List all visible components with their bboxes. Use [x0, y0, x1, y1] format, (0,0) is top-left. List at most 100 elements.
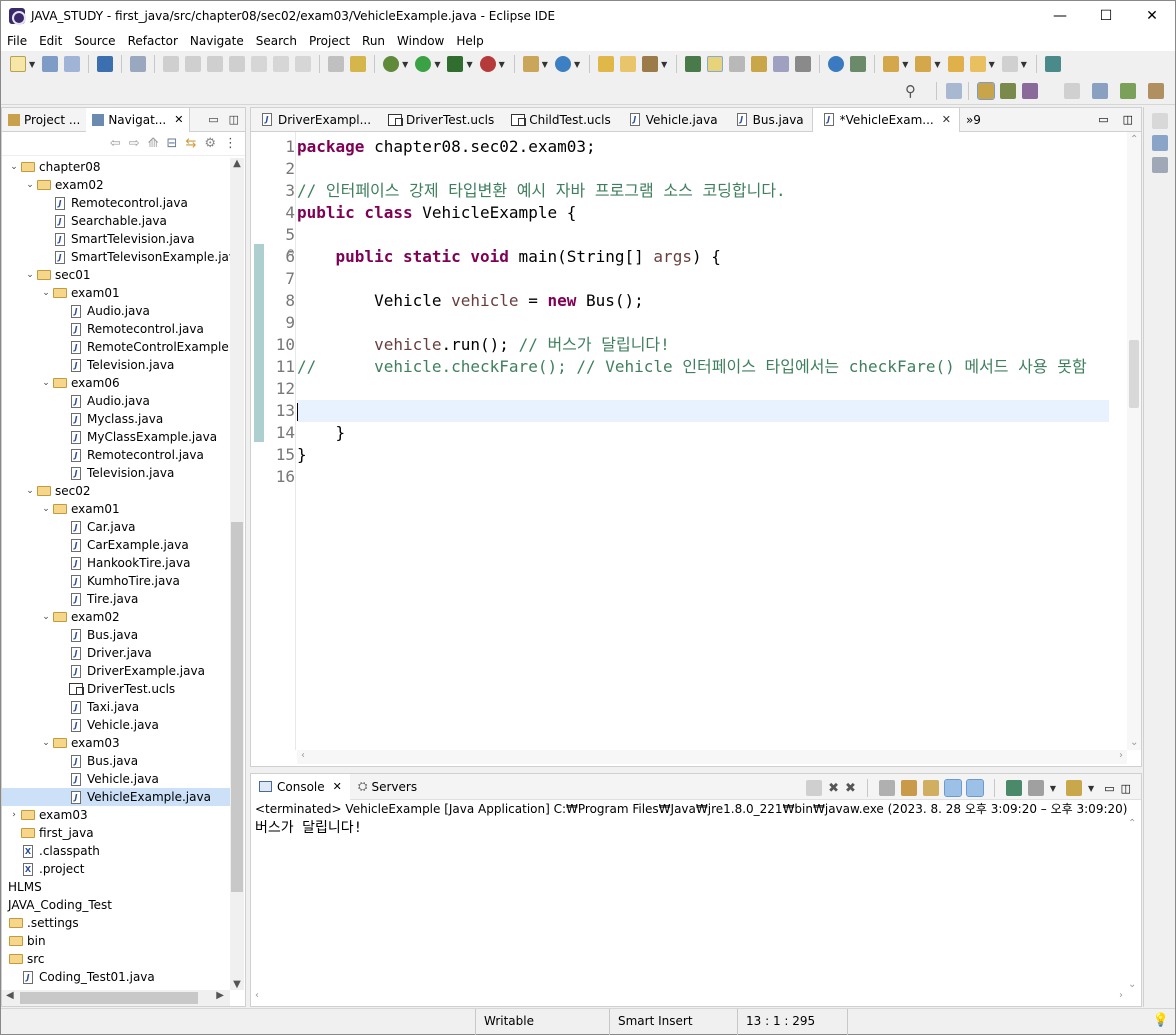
forward-icon[interactable]	[1001, 56, 1018, 72]
tree-file[interactable]: J Remotecontrol.java	[2, 446, 230, 464]
tree-file[interactable]: J Bus.java	[2, 752, 230, 770]
tree-folder[interactable]: first_java	[2, 824, 230, 842]
chevron-right-icon[interactable]: ›	[8, 810, 20, 820]
toggle-block-icon[interactable]	[729, 56, 746, 72]
navigator-vscrollbar[interactable]: ▲ ▼	[230, 158, 244, 990]
maximize-view-icon[interactable]: ◫	[1121, 782, 1131, 795]
editor-tab[interactable]: ChildTest.ucls	[502, 108, 619, 132]
console-vscrollbar[interactable]: ⌃ ⌄	[1125, 818, 1139, 990]
save-all-icon[interactable]	[64, 56, 81, 72]
chevron-down-icon[interactable]: ⌄	[24, 486, 36, 496]
terminate-icon[interactable]	[806, 780, 823, 796]
editor-scroll-thumb[interactable]	[1129, 340, 1139, 408]
tab-servers[interactable]: ⛭ Servers	[350, 774, 425, 800]
hscroll-thumb[interactable]	[20, 992, 198, 1004]
tree-file[interactable]: J Tire.java	[2, 590, 230, 608]
tree-file[interactable]: J Vehicle.java	[2, 770, 230, 788]
fold-collapse-icon[interactable]: ⊖	[287, 248, 295, 258]
filter-icon[interactable]: ⚙	[204, 136, 216, 151]
tree-file[interactable]: J Myclass.java	[2, 410, 230, 428]
tree-file[interactable]: J Remotecontrol.java	[2, 320, 230, 338]
new-java-class-icon[interactable]	[554, 56, 571, 72]
scroll-lock-icon[interactable]	[900, 780, 917, 796]
chevron-down-icon[interactable]: ⌄	[40, 378, 52, 388]
java-perspective-icon[interactable]	[977, 82, 995, 100]
open-task-icon[interactable]	[620, 56, 637, 72]
tree-folder[interactable]: .settings	[2, 914, 230, 932]
collapse-all-icon[interactable]: ⊟	[167, 136, 178, 151]
show-whitespace-icon[interactable]	[751, 56, 768, 72]
editor-tab[interactable]: J Vehicle.java	[619, 108, 726, 132]
step-over-icon[interactable]	[273, 56, 290, 72]
editor-tab-overflow[interactable]: »9	[960, 108, 987, 132]
tasks-view-icon[interactable]	[1120, 83, 1136, 99]
tree-folder[interactable]: bin	[2, 932, 230, 950]
tree-folder[interactable]: ⌄ exam01	[2, 284, 230, 302]
outline-view-icon[interactable]	[1092, 83, 1108, 99]
up-nav-icon[interactable]: ⟰	[148, 136, 159, 151]
close-window-button[interactable]: ✕	[1129, 1, 1175, 31]
tree-file[interactable]: J Bus.java	[2, 626, 230, 644]
tab-navigator[interactable]: Navigat... ✕	[86, 107, 191, 132]
restore-stack-icon[interactable]	[1151, 113, 1168, 129]
disconnect-icon[interactable]	[229, 56, 246, 72]
menu-navigate[interactable]: Navigate	[184, 34, 250, 48]
editor-tab[interactable]: J Bus.java	[726, 108, 812, 132]
previous-annotation-icon[interactable]	[915, 56, 932, 72]
chevron-down-icon[interactable]: ⌄	[40, 738, 52, 748]
console-output[interactable]: 버스가 달립니다!	[251, 818, 1141, 838]
menu-refactor[interactable]: Refactor	[122, 34, 184, 48]
toggle-word-wrap-icon[interactable]	[773, 56, 790, 72]
close-tab-icon[interactable]: ✕	[174, 113, 183, 126]
tree-file[interactable]: J Car.java	[2, 518, 230, 536]
link-with-editor-icon[interactable]: ⇆	[185, 136, 196, 151]
forward-nav-icon[interactable]: ⇨	[129, 136, 140, 151]
editor-tab[interactable]: DriverTest.ucls	[379, 108, 502, 132]
menu-search[interactable]: Search	[250, 34, 303, 48]
mark-occurrences-icon[interactable]	[707, 56, 724, 72]
run-icon[interactable]	[415, 56, 432, 72]
tree-file[interactable]: J Searchable.java	[2, 212, 230, 230]
task-list-icon[interactable]	[1151, 157, 1168, 173]
tree-file[interactable]: J RemoteControlExample.ja	[2, 338, 230, 356]
tree-folder[interactable]: ⌄ chapter08	[2, 158, 230, 176]
toggle-annotation-icon[interactable]	[685, 56, 702, 72]
tree-file[interactable]: X .classpath	[2, 842, 230, 860]
debug-perspective-icon[interactable]	[1000, 83, 1016, 99]
chevron-down-icon[interactable]: ⌄	[24, 180, 36, 190]
close-tab-icon[interactable]: ✕	[942, 113, 951, 126]
debug-icon[interactable]	[383, 56, 400, 72]
tree-file[interactable]: X .project	[2, 860, 230, 878]
navigator-hscrollbar[interactable]: ◀ ▶	[2, 990, 230, 1006]
scroll-left-icon[interactable]: ‹	[255, 990, 259, 1001]
scroll-up-icon[interactable]: ⌃	[1130, 134, 1138, 145]
maximize-editor-icon[interactable]: ◫	[1123, 113, 1133, 126]
menu-edit[interactable]: Edit	[33, 34, 68, 48]
minimize-view-icon[interactable]: ▭	[1104, 782, 1114, 795]
scroll-right-icon[interactable]: ›	[1119, 750, 1123, 761]
tree-folder[interactable]: ⌄ exam03	[2, 734, 230, 752]
tree-file[interactable]: J Audio.java	[2, 302, 230, 320]
next-annotation-icon[interactable]	[883, 56, 900, 72]
open-console-icon[interactable]	[97, 56, 114, 72]
new-java-project-icon[interactable]	[522, 56, 539, 72]
scroll-left-icon[interactable]: ‹	[301, 750, 305, 761]
maximize-button[interactable]: ☐	[1083, 1, 1129, 31]
open-console-icon[interactable]	[1066, 780, 1083, 796]
last-edit-location-icon[interactable]	[947, 56, 964, 72]
tree-folder[interactable]: src	[2, 950, 230, 968]
close-tab-icon[interactable]: ✕	[333, 780, 342, 793]
menu-file[interactable]: File	[1, 34, 33, 48]
open-type-icon[interactable]	[598, 56, 615, 72]
terminate-icon[interactable]	[207, 56, 224, 72]
tree-folder[interactable]: ⌄ exam02	[2, 176, 230, 194]
tree-file[interactable]: HLMS	[2, 878, 230, 896]
view-menu-icon[interactable]: ⋮	[224, 136, 237, 151]
tree-file[interactable]: J Television.java	[2, 464, 230, 482]
pin-editor-icon[interactable]	[1044, 56, 1061, 72]
tree-file[interactable]: J CarExample.java	[2, 536, 230, 554]
use-step-filters-icon[interactable]	[350, 56, 367, 72]
external-tools-icon[interactable]	[479, 56, 496, 72]
outline-icon[interactable]	[1151, 135, 1168, 151]
tree-file[interactable]: J SmartTelevisonExample.java	[2, 248, 230, 266]
